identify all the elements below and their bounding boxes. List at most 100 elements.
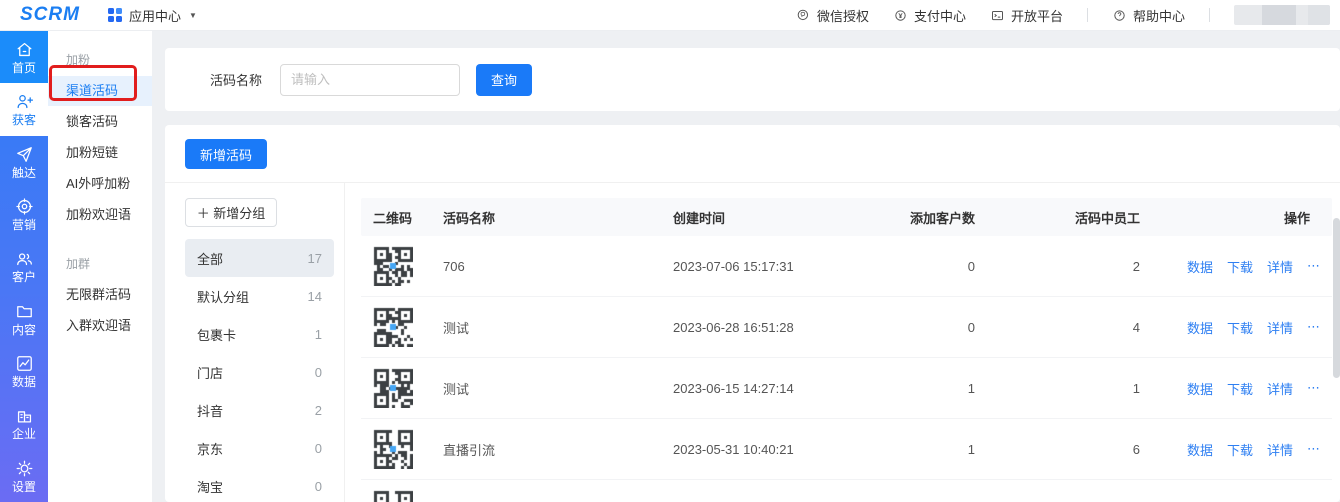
sidebar-item-gear[interactable]: 设置	[0, 450, 48, 502]
employee-count: 4	[975, 320, 1140, 335]
code-name: 706	[443, 259, 673, 274]
created-time: 2023-06-15 14:27:14	[673, 381, 903, 396]
group-item[interactable]: 默认分组14	[185, 277, 334, 315]
divider	[1209, 8, 1210, 22]
action-link[interactable]: 数据	[1187, 440, 1213, 459]
search-card: 活码名称 查询	[165, 48, 1340, 111]
divider	[1087, 8, 1088, 22]
qr-code-image	[373, 307, 413, 347]
action-link[interactable]: 下载	[1227, 318, 1253, 337]
send-icon	[15, 145, 34, 164]
customer-count: 1	[903, 381, 975, 396]
more-actions-icon[interactable]: ⋯	[1307, 441, 1320, 457]
column-header: 创建时间	[673, 208, 903, 227]
redacted-user-info	[1234, 5, 1330, 25]
users-icon	[15, 249, 34, 268]
help-icon	[1112, 8, 1127, 23]
topbar-link-help[interactable]: 帮助中心	[1112, 6, 1185, 25]
main-nav: 首页获客触达营销客户内容数据企业设置	[0, 31, 48, 502]
column-header: 添加客户数	[903, 208, 975, 227]
submenu-group-label: 加群	[48, 249, 152, 280]
sidebar-item-building[interactable]: 企业	[0, 397, 48, 449]
search-input[interactable]	[280, 64, 460, 96]
qr-code-image	[373, 368, 413, 408]
qr-code-image	[373, 429, 413, 469]
row-actions: 数据下载详情 ⋯	[1140, 379, 1320, 398]
group-item[interactable]: 包裹卡1	[185, 315, 334, 353]
submenu-item[interactable]: 加粉短链	[48, 138, 152, 168]
topbar-link-pay[interactable]: 支付中心	[893, 6, 966, 25]
search-label: 活码名称	[210, 70, 262, 89]
topbar-link-open-platform[interactable]: 开放平台	[990, 6, 1063, 25]
search-button[interactable]: 查询	[476, 64, 532, 96]
sidebar-item-users[interactable]: 客户	[0, 240, 48, 292]
action-link[interactable]: 数据	[1187, 379, 1213, 398]
more-actions-icon[interactable]: ⋯	[1307, 258, 1320, 274]
target-icon	[15, 197, 34, 216]
action-link[interactable]: 下载	[1227, 440, 1253, 459]
chevron-down-icon: ▼	[189, 11, 197, 20]
folder-icon	[15, 302, 34, 321]
submenu-item[interactable]: 无限群活码	[48, 280, 152, 310]
code-name: 直播引流	[443, 440, 673, 459]
group-item[interactable]: 京东0	[185, 429, 334, 467]
action-link[interactable]: 下载	[1227, 379, 1253, 398]
app-logo: SCRM	[20, 4, 80, 26]
qr-code-image	[373, 490, 413, 502]
action-link[interactable]: 详情	[1267, 379, 1293, 398]
pay-icon	[893, 8, 908, 23]
action-link[interactable]: 详情	[1267, 318, 1293, 337]
action-link[interactable]: 详情	[1267, 257, 1293, 276]
employee-count: 2	[975, 259, 1140, 274]
table-row: 7062023-07-06 15:17:3102数据下载详情⋯	[361, 236, 1332, 297]
submenu-item[interactable]: 渠道活码	[48, 76, 152, 106]
topbar-links: 微信授权 支付中心 开放平台 帮助中心	[796, 5, 1330, 25]
employee-count: 1	[975, 381, 1140, 396]
app-center-menu[interactable]: 应用中心 ▼	[108, 6, 197, 25]
employee-count: 6	[975, 442, 1140, 457]
table-row: 测试2023-06-15 14:27:1411数据下载详情⋯	[361, 358, 1332, 419]
add-group-button[interactable]: ＋ 新增分组	[185, 198, 277, 227]
column-header: 二维码	[373, 208, 443, 227]
sidebar-item-target[interactable]: 营销	[0, 188, 48, 240]
sidebar-item-chart[interactable]: 数据	[0, 345, 48, 397]
code-name: 测试	[443, 379, 673, 398]
sidebar-item-user-add[interactable]: 获客	[0, 83, 48, 135]
submenu-group-label: 加粉	[48, 45, 152, 76]
groups-panel: ＋ 新增分组 全部17默认分组14包裹卡1门店0抖音2京东0淘宝0	[165, 183, 345, 502]
action-link[interactable]: 详情	[1267, 440, 1293, 459]
more-actions-icon[interactable]: ⋯	[1307, 319, 1320, 335]
table-body: 7062023-07-06 15:17:3102数据下载详情⋯测试2023-06…	[361, 236, 1332, 502]
column-header: 活码名称	[443, 208, 673, 227]
wechat-icon	[796, 8, 811, 23]
group-item[interactable]: 全部17	[185, 239, 334, 277]
user-add-icon	[15, 92, 34, 111]
code-table: 二维码活码名称创建时间添加客户数活码中员工操作 7062023-07-06 15…	[345, 183, 1340, 502]
scrollbar-thumb[interactable]	[1333, 218, 1340, 378]
table-row: 直播引流2023-05-31 10:40:2116 数据下载详情 ⋯	[361, 419, 1332, 480]
group-item[interactable]: 淘宝0	[185, 467, 334, 502]
column-header: 操作	[1140, 208, 1320, 227]
gear-icon	[15, 459, 34, 478]
group-item[interactable]: 抖音2	[185, 391, 334, 429]
more-actions-icon[interactable]: ⋯	[1307, 380, 1320, 396]
topbar-link-wechat[interactable]: 微信授权	[796, 6, 869, 25]
submenu-item[interactable]: 入群欢迎语	[48, 311, 152, 341]
main-content: 活码名称 查询 新增活码 ＋ 新增分组 全部17默认分组14包裹卡1门店0抖音2…	[152, 31, 1340, 502]
action-link[interactable]: 下载	[1227, 257, 1253, 276]
sidebar-item-folder[interactable]: 内容	[0, 293, 48, 345]
qr-code-image	[373, 246, 413, 286]
submenu-item[interactable]: 加粉欢迎语	[48, 200, 152, 230]
top-header: SCRM 应用中心 ▼ 微信授权 支付中心 开放平台 帮助中心	[0, 0, 1340, 31]
created-time: 2023-05-31 10:40:21	[673, 442, 903, 457]
customer-count: 1	[903, 442, 975, 457]
sidebar-item-home[interactable]: 首页	[0, 31, 48, 83]
action-link[interactable]: 数据	[1187, 318, 1213, 337]
group-item[interactable]: 门店0	[185, 353, 334, 391]
sidebar-item-send[interactable]: 触达	[0, 136, 48, 188]
add-code-button[interactable]: 新增活码	[185, 139, 267, 169]
action-link[interactable]: 数据	[1187, 257, 1213, 276]
submenu-item[interactable]: 锁客活码	[48, 107, 152, 137]
table-header: 二维码活码名称创建时间添加客户数活码中员工操作	[361, 198, 1332, 236]
submenu-item[interactable]: AI外呼加粉	[48, 169, 152, 199]
